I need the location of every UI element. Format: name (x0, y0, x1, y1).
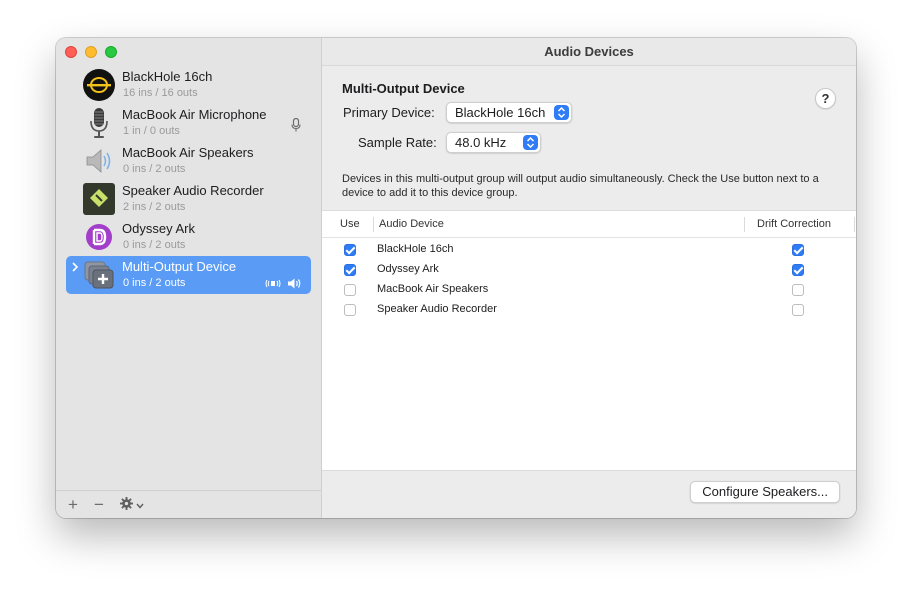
device-item-speaker-audio-recorder[interactable]: Speaker Audio Recorder 2 ins / 2 outs (66, 180, 311, 218)
device-name: Speaker Audio Recorder (122, 183, 264, 198)
audio-device-name: Speaker Audio Recorder (377, 303, 497, 315)
device-item-blackhole[interactable]: BlackHole 16ch 16 ins / 16 outs (66, 66, 311, 104)
device-io: 1 in / 0 outs (123, 125, 180, 137)
popup-arrows-icon (523, 135, 538, 150)
primary-device-popup[interactable]: BlackHole 16ch (446, 102, 572, 123)
device-item-speakers[interactable]: MacBook Air Speakers 0 ins / 2 outs (66, 142, 311, 180)
zoom-button[interactable] (105, 46, 117, 58)
close-button[interactable] (65, 46, 77, 58)
popup-arrows-icon (554, 105, 569, 120)
gear-icon (119, 496, 133, 513)
device-io: 0 ins / 2 outs (123, 239, 186, 251)
use-checkbox[interactable] (344, 284, 356, 296)
device-io: 16 ins / 16 outs (123, 87, 198, 99)
blackhole-icon (83, 69, 115, 101)
primary-device-label: Primary Device: (343, 105, 435, 120)
column-use[interactable]: Use (340, 218, 360, 230)
table-row: Speaker Audio Recorder (322, 300, 856, 320)
audio-device-name: MacBook Air Speakers (377, 283, 489, 295)
microphone-icon (83, 107, 115, 139)
output-speaker-icon (287, 277, 301, 292)
remove-device-button[interactable]: − (94, 495, 104, 514)
speaker-icon (83, 145, 115, 177)
input-mic-badge-icon (291, 117, 301, 135)
gear-menu-button[interactable] (119, 496, 144, 513)
device-item-microphone[interactable]: MacBook Air Microphone 1 in / 0 outs (66, 104, 311, 142)
table-row: MacBook Air Speakers (322, 280, 856, 300)
column-drift-correction[interactable]: Drift Correction (757, 218, 831, 230)
device-status-icons (265, 277, 301, 292)
device-name: Multi-Output Device (122, 259, 237, 274)
audio-midi-window: BlackHole 16ch 16 ins / 16 outs MacBook … (56, 38, 856, 518)
sidebar: BlackHole 16ch 16 ins / 16 outs MacBook … (56, 38, 322, 518)
bottom-bar: Configure Speakers... (322, 470, 856, 518)
device-title: Multi-Output Device (342, 81, 465, 96)
column-audio-device[interactable]: Audio Device (379, 218, 444, 230)
device-io: 0 ins / 2 outs (123, 163, 186, 175)
sidebar-footer: + − (56, 490, 322, 518)
audio-device-name: BlackHole 16ch (377, 243, 454, 255)
window-title: Audio Devices (322, 38, 856, 66)
device-item-multi-output[interactable]: Multi-Output Device 0 ins / 2 outs (66, 256, 311, 294)
device-name: BlackHole 16ch (122, 69, 213, 84)
device-table: Use Audio Device Drift Correction BlackH… (322, 210, 856, 470)
chevron-right-icon[interactable] (71, 262, 79, 275)
multi-output-icon (83, 259, 115, 291)
detail-pane: Audio Devices Multi-Output Device ? Prim… (322, 38, 856, 518)
group-description: Devices in this multi-output group will … (342, 173, 819, 199)
device-name: MacBook Air Speakers (122, 145, 254, 160)
column-divider (854, 217, 855, 232)
drift-correction-checkbox[interactable] (792, 304, 804, 316)
sample-rate-label: Sample Rate: (358, 135, 437, 150)
display-port-icon (83, 221, 115, 253)
window-controls (65, 46, 117, 58)
chevron-down-icon (136, 497, 144, 512)
sample-rate-popup[interactable]: 48.0 kHz (446, 132, 541, 153)
device-io: 2 ins / 2 outs (123, 201, 186, 213)
help-button[interactable]: ? (815, 88, 836, 109)
table-row: BlackHole 16ch (322, 240, 856, 260)
alert-sound-icon (265, 277, 281, 292)
column-divider (744, 217, 745, 232)
use-checkbox[interactable] (344, 264, 356, 276)
device-item-odyssey-ark[interactable]: Odyssey Ark 0 ins / 2 outs (66, 218, 311, 256)
configure-speakers-button[interactable]: Configure Speakers... (690, 481, 840, 503)
drift-correction-checkbox[interactable] (792, 264, 804, 276)
add-device-button[interactable]: + (68, 495, 78, 514)
sample-rate-value: 48.0 kHz (455, 135, 507, 150)
drift-correction-checkbox[interactable] (792, 244, 804, 256)
table-row: Odyssey Ark (322, 260, 856, 280)
use-checkbox[interactable] (344, 244, 356, 256)
table-header: Use Audio Device Drift Correction (322, 211, 856, 238)
device-name: Odyssey Ark (122, 221, 195, 236)
minimize-button[interactable] (85, 46, 97, 58)
device-name: MacBook Air Microphone (122, 107, 267, 122)
drift-correction-checkbox[interactable] (792, 284, 804, 296)
audio-device-name: Odyssey Ark (377, 263, 439, 275)
primary-device-value: BlackHole 16ch (455, 105, 546, 120)
device-list: BlackHole 16ch 16 ins / 16 outs MacBook … (66, 66, 311, 294)
recorder-app-icon (83, 183, 115, 215)
column-divider (373, 217, 374, 232)
device-io: 0 ins / 2 outs (123, 277, 186, 289)
use-checkbox[interactable] (344, 304, 356, 316)
